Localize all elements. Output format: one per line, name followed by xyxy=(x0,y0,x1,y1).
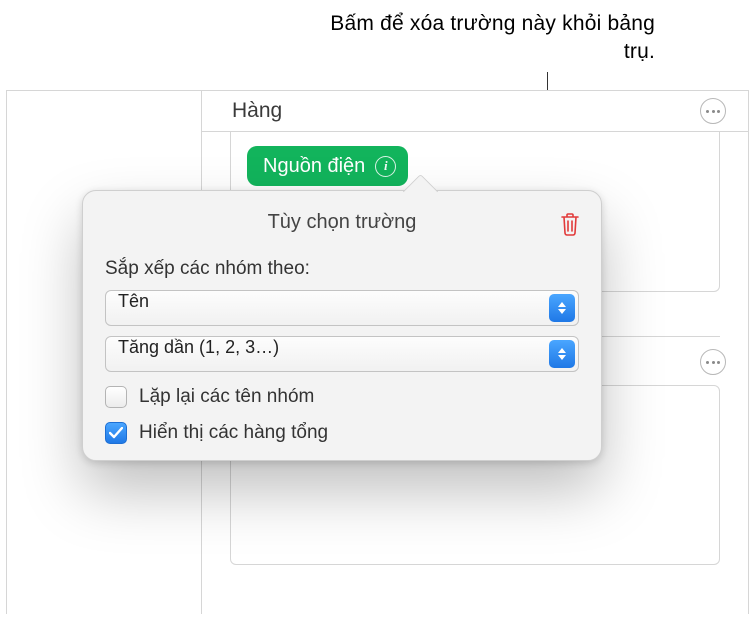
popover-title: Tùy chọn trường xyxy=(268,211,417,234)
callout-text: Bấm để xóa trường này khỏi bảng trụ. xyxy=(315,10,655,67)
sort-by-select[interactable]: Tên xyxy=(105,290,579,326)
show-total-rows-row[interactable]: Hiển thị các hàng tổng xyxy=(105,422,579,444)
field-options-popover: Tùy chọn trường Sắp xếp các nhóm theo: T… xyxy=(82,190,602,461)
info-icon[interactable]: i xyxy=(375,156,396,177)
more-menu-button[interactable] xyxy=(700,349,726,375)
show-total-rows-checkbox[interactable] xyxy=(105,422,127,444)
field-chip-label: Nguồn điện xyxy=(263,155,365,178)
sort-by-select-wrap[interactable]: Tên xyxy=(105,290,579,326)
show-total-rows-label: Hiển thị các hàng tổng xyxy=(139,422,328,444)
delete-field-button[interactable] xyxy=(559,211,581,237)
more-menu-button[interactable] xyxy=(700,98,726,124)
sort-order-select[interactable]: Tăng dần (1, 2, 3…) xyxy=(105,336,579,372)
sort-groups-label: Sắp xếp các nhóm theo: xyxy=(105,258,579,280)
checkmark-icon xyxy=(109,427,123,439)
repeat-group-names-label: Lặp lại các tên nhóm xyxy=(139,386,314,408)
sort-order-select-wrap[interactable]: Tăng dần (1, 2, 3…) xyxy=(105,336,579,372)
repeat-group-names-checkbox[interactable] xyxy=(105,386,127,408)
field-chip[interactable]: Nguồn điện i xyxy=(247,146,408,186)
repeat-group-names-row[interactable]: Lặp lại các tên nhóm xyxy=(105,386,579,408)
rows-header: Hàng xyxy=(202,91,748,131)
trash-icon xyxy=(559,211,581,237)
rows-label: Hàng xyxy=(232,99,282,123)
